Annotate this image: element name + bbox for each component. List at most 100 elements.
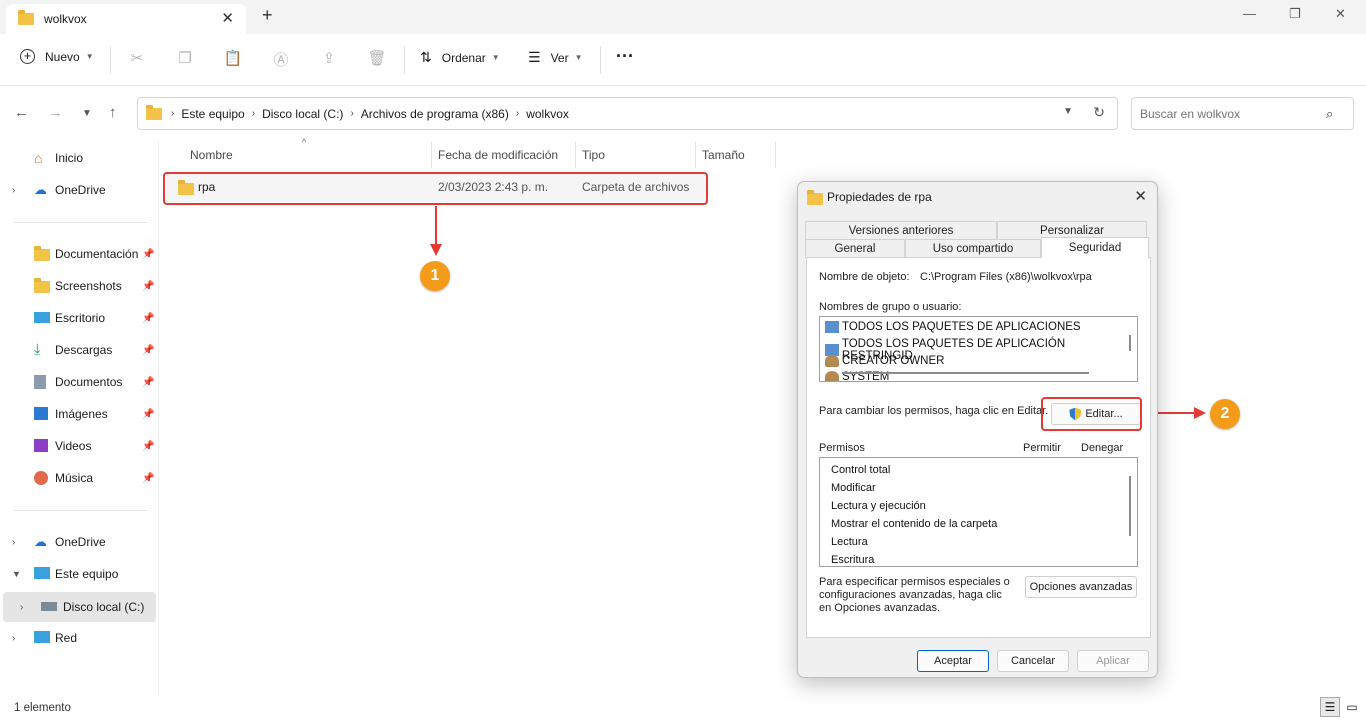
view-button[interactable]: ☰ Ver ▼ — [528, 49, 583, 66]
tab-versiones-anteriores[interactable]: Versiones anteriores — [805, 221, 997, 240]
column-header-type[interactable]: Tipo — [582, 148, 605, 162]
breadcrumb-archivos-programa[interactable]: Archivos de programa (x86) — [361, 107, 509, 121]
sidebar-item-onedrive-2[interactable]: › ☁ OneDrive — [0, 528, 156, 556]
column-header-size[interactable]: Tamaño — [702, 148, 745, 162]
tab-wolkvox[interactable]: wolkvox ✕ — [6, 4, 246, 34]
tiles-view-icon[interactable]: ▭ — [1342, 697, 1362, 717]
chevron-down-icon[interactable]: ▼ — [12, 569, 21, 579]
tab-seguridad[interactable]: Seguridad — [1041, 237, 1149, 258]
pin-icon[interactable]: 📌 — [142, 345, 154, 356]
step-badge-2: 2 — [1210, 399, 1240, 429]
details-view-icon[interactable]: ☰ — [1320, 697, 1340, 717]
up-arrow-icon[interactable]: ↑ — [109, 104, 117, 121]
security-panel: Nombre de objeto: C:\Program Files (x86)… — [806, 257, 1151, 638]
view-icon: ☰ — [528, 49, 541, 65]
maximize-button[interactable]: ❐ — [1289, 6, 1301, 22]
close-icon[interactable]: ✕ — [1134, 187, 1147, 205]
more-options-button[interactable]: ··· — [616, 46, 634, 67]
search-input[interactable] — [1131, 97, 1354, 130]
deny-header: Denegar — [1081, 442, 1124, 454]
permissions-listbox[interactable]: Control total Modificar Lectura y ejecuc… — [819, 457, 1138, 567]
column-divider[interactable] — [575, 142, 576, 168]
vertical-scrollbar[interactable] — [1129, 335, 1131, 351]
folder-icon — [146, 104, 162, 120]
horizontal-scrollbar[interactable] — [842, 372, 1089, 374]
tab-general[interactable]: General — [805, 239, 905, 258]
forward-arrow-icon[interactable]: → — [48, 104, 63, 121]
copy-icon[interactable]: ❐ — [175, 49, 195, 69]
sidebar-item-descargas[interactable]: ⤓ Descargas 📌 — [0, 336, 156, 364]
cut-icon[interactable]: ✂ — [127, 49, 147, 69]
sidebar-item-documentos[interactable]: Documentos 📌 — [0, 368, 156, 396]
pin-icon[interactable]: 📌 — [142, 281, 154, 292]
search-icon[interactable]: ⌕ — [1326, 106, 1333, 122]
apply-button[interactable]: Aplicar — [1077, 650, 1149, 672]
users-icon — [825, 355, 839, 367]
minimize-button[interactable]: — — [1243, 6, 1256, 21]
sidebar-item-escritorio[interactable]: Escritorio 📌 — [0, 304, 156, 332]
cloud-icon: ☁ — [34, 534, 47, 549]
sidebar-item-musica[interactable]: Música 📌 — [0, 464, 156, 492]
list-item-label: TODOS LOS PAQUETES DE APLICACIONES — [842, 321, 1081, 333]
breadcrumb-disco-local[interactable]: Disco local (C:) — [262, 107, 343, 121]
close-tab-icon[interactable]: ✕ — [221, 9, 234, 27]
groups-listbox[interactable]: TODOS LOS PAQUETES DE APLICACIONES TODOS… — [819, 316, 1138, 382]
pin-icon[interactable]: 📌 — [142, 249, 154, 260]
list-item[interactable]: CREATOR OWNER — [825, 355, 944, 367]
sidebar-item-videos[interactable]: Videos 📌 — [0, 432, 156, 460]
desktop-icon — [34, 312, 50, 323]
delete-icon[interactable]: 🗑 — [367, 49, 387, 69]
ok-button[interactable]: Aceptar — [917, 650, 989, 672]
column-header-name[interactable]: Nombre — [190, 148, 233, 162]
sidebar-item-onedrive[interactable]: › ☁ OneDrive — [0, 176, 156, 204]
divider — [110, 46, 111, 74]
sidebar-item-red[interactable]: › Red — [0, 624, 156, 652]
sidebar-item-label: Documentación — [55, 247, 139, 261]
sidebar-item-imagenes[interactable]: Imágenes 📌 — [0, 400, 156, 428]
pin-icon[interactable]: 📌 — [142, 409, 154, 420]
refresh-icon[interactable]: ↻ — [1093, 104, 1105, 121]
column-divider[interactable] — [431, 142, 432, 168]
users-icon — [825, 371, 839, 381]
close-window-button[interactable]: ✕ — [1335, 6, 1346, 22]
pin-icon[interactable]: 📌 — [142, 441, 154, 452]
column-divider[interactable] — [775, 142, 776, 168]
vertical-scrollbar[interactable] — [1129, 476, 1131, 536]
new-button[interactable]: + Nuevo ▼ — [20, 49, 94, 64]
chevron-right-icon[interactable]: › — [12, 185, 15, 196]
chevron-right-icon[interactable]: › — [12, 633, 15, 644]
dialog-title: Propiedades de rpa — [827, 190, 932, 204]
chevron-right-icon[interactable]: › — [12, 537, 15, 548]
chevron-right-icon[interactable]: › — [20, 602, 23, 613]
tab-uso-compartido[interactable]: Uso compartido — [905, 239, 1041, 258]
rename-icon[interactable]: Ⓐ — [271, 49, 291, 69]
divider — [14, 510, 147, 511]
breadcrumb-wolkvox[interactable]: wolkvox — [526, 107, 569, 121]
sidebar-item-screenshots[interactable]: Screenshots 📌 — [0, 272, 156, 300]
sidebar-item-label: Red — [55, 631, 78, 645]
address-bar[interactable]: › Este equipo › Disco local (C:) › Archi… — [137, 97, 1118, 130]
sidebar-item-disco-local[interactable]: › Disco local (C:) — [3, 592, 156, 622]
column-header-modified[interactable]: Fecha de modificación — [438, 148, 558, 162]
sidebar-item-documentacion[interactable]: Documentación 📌 — [0, 240, 156, 268]
list-item[interactable]: TODOS LOS PAQUETES DE APLICACIONES — [825, 321, 1081, 333]
highlight-box-2 — [1041, 397, 1142, 431]
pane-divider[interactable] — [158, 140, 159, 695]
back-arrow-icon[interactable]: ← — [14, 104, 29, 121]
share-icon[interactable]: ⇪ — [319, 49, 339, 69]
breadcrumb-este-equipo[interactable]: Este equipo — [181, 107, 244, 121]
pin-icon[interactable]: 📌 — [142, 473, 154, 484]
sort-button[interactable]: ⇅ Ordenar ▼ — [420, 49, 500, 66]
cancel-button[interactable]: Cancelar — [997, 650, 1069, 672]
recent-chevron-icon[interactable]: ▼ — [82, 108, 92, 119]
paste-icon[interactable]: 📋 — [223, 49, 243, 69]
sidebar-item-este-equipo[interactable]: ▼ Este equipo — [0, 560, 156, 588]
pin-icon[interactable]: 📌 — [142, 377, 154, 388]
address-dropdown-icon[interactable]: ▼ — [1063, 106, 1073, 117]
new-tab-button[interactable]: + — [262, 5, 273, 26]
column-divider[interactable] — [695, 142, 696, 168]
pin-icon[interactable]: 📌 — [142, 313, 154, 324]
sidebar-item-inicio[interactable]: ⌂ Inicio — [0, 144, 156, 172]
image-icon — [34, 407, 48, 420]
advanced-options-button[interactable]: Opciones avanzadas — [1025, 576, 1137, 598]
